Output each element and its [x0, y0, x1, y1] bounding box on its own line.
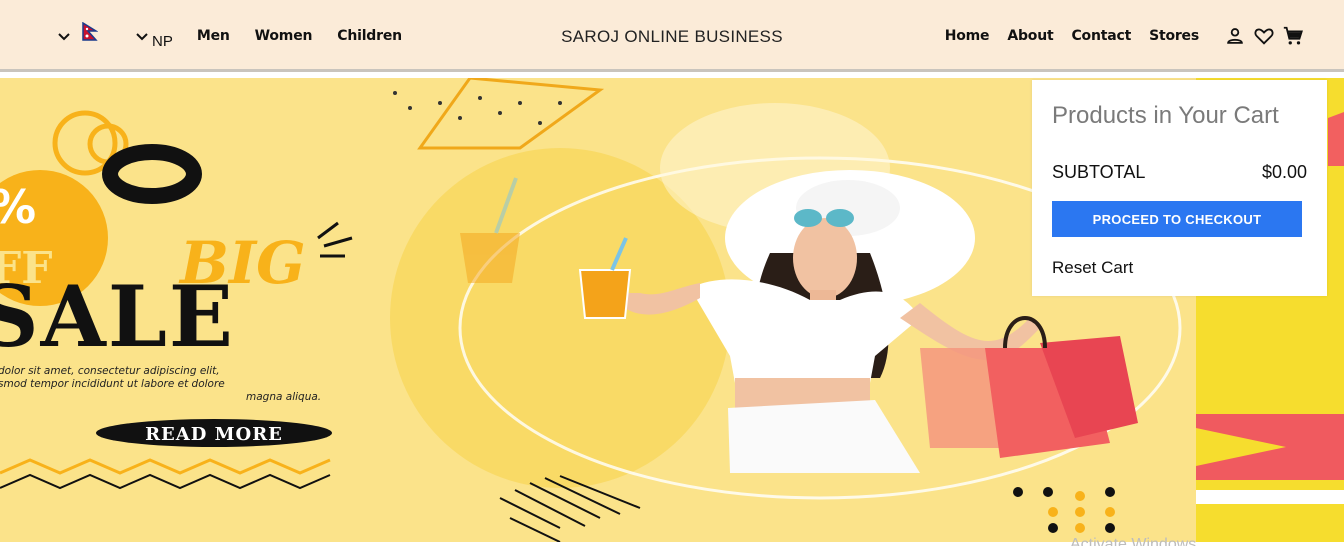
hero-body-line-3: magna aliqua.	[246, 391, 321, 403]
nav-link-stores[interactable]: Stores	[1149, 28, 1199, 44]
cart-subtotal-label: SUBTOTAL	[1052, 162, 1146, 182]
hero-zigzag-2	[0, 473, 331, 490]
category-links: Men Women Children	[197, 28, 427, 44]
nepal-flag-icon	[82, 22, 98, 41]
hero-sparkle	[317, 221, 353, 258]
hero-illustration: % FF BIG SALE dolor sit amet, consectetu…	[0, 78, 1182, 542]
cart-subtotal-value: $0.00	[1261, 162, 1307, 182]
hero-dot-grid-yellow	[1048, 491, 1115, 533]
hero-body-line-1: dolor sit amet, consectetur adipiscing e…	[0, 365, 220, 377]
reset-cart-link[interactable]: Reset Cart	[1052, 258, 1133, 278]
hero-banner[interactable]: % FF BIG SALE dolor sit amet, consectetu…	[0, 78, 1196, 542]
nav-left-group: NP Men Women Children	[56, 0, 427, 72]
top-navbar: NP Men Women Children SAROJ ONLINE BUSIN…	[0, 0, 1344, 72]
hero-diamond	[417, 78, 605, 150]
account-icon[interactable]	[1224, 25, 1246, 47]
nav-link-about[interactable]: About	[1007, 28, 1053, 44]
nav-right-group: Home About Contact Stores	[945, 0, 1304, 72]
hero-body-line-2: smod tempor incididunt ut labore et dolo…	[0, 378, 225, 390]
hero-dots	[393, 91, 562, 125]
heart-icon[interactable]	[1253, 25, 1275, 47]
cart-icon[interactable]	[1282, 25, 1304, 47]
brand-title[interactable]: SAROJ ONLINE BUSINESS	[561, 27, 783, 46]
nav-link-children[interactable]: Children	[337, 28, 402, 44]
hero-zigzag-1	[0, 458, 331, 475]
hero-sale-text: SALE	[0, 267, 235, 366]
hero-read-more-label: READ MORE	[145, 424, 283, 445]
proceed-to-checkout-button[interactable]: PROCEED TO CHECKOUT	[1052, 201, 1302, 237]
country-code: NP	[152, 32, 173, 50]
activate-windows-watermark: Activate Windows	[1070, 536, 1197, 546]
hero-badge-percent: %	[0, 180, 36, 234]
cart-title: Products in Your Cart	[1052, 102, 1279, 129]
nav-link-home[interactable]: Home	[945, 28, 990, 44]
nav-link-men[interactable]: Men	[197, 28, 230, 44]
chevron-down-icon[interactable]	[56, 28, 72, 44]
hero-black-ring	[102, 144, 202, 204]
nav-link-contact[interactable]: Contact	[1071, 28, 1131, 44]
country-selector[interactable]: NP	[134, 23, 173, 50]
nav-link-women[interactable]: Women	[255, 28, 313, 44]
chevron-down-icon	[136, 33, 148, 41]
cart-dropdown: Products in Your Cart SUBTOTAL $0.00 PRO…	[1032, 80, 1327, 296]
hero-dot-grid-black	[1013, 487, 1115, 533]
